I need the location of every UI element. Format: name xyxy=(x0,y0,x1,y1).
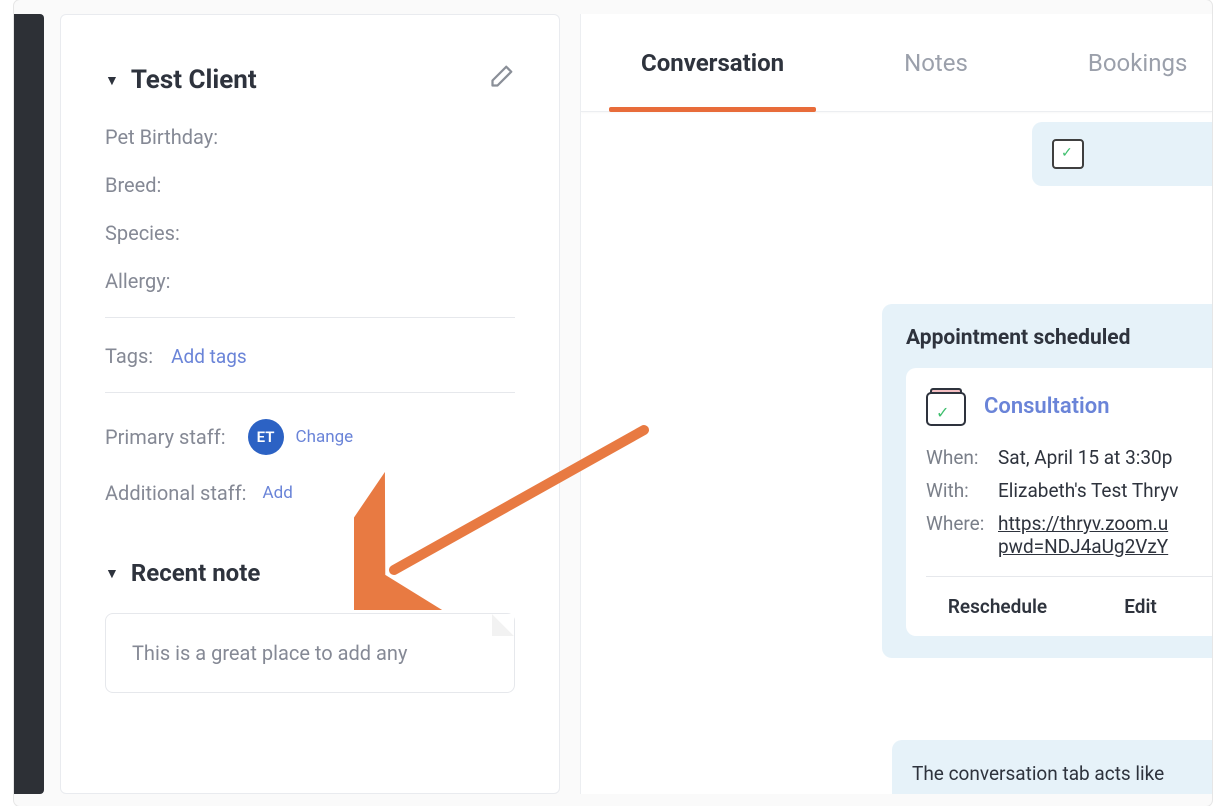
tabs: Conversation Notes Bookings xyxy=(581,14,1212,112)
field-label: Species: xyxy=(105,221,180,245)
field-species: Species: xyxy=(105,221,515,245)
field-breed: Breed: xyxy=(105,173,515,197)
caret-down-icon: ▼ xyxy=(105,72,119,89)
avatar: ET xyxy=(248,419,284,455)
field-label: Pet Birthday: xyxy=(105,125,218,149)
field-allergy: Allergy: xyxy=(105,269,515,293)
primary-staff-row: Primary staff: ET Change xyxy=(105,419,515,455)
recent-note-heading: Recent note xyxy=(131,559,260,587)
tip-message: The conversation tab acts like xyxy=(892,740,1212,794)
tab-bookings[interactable]: Bookings xyxy=(1028,14,1212,111)
zoom-link-line2[interactable]: pwd=NDJ4aUg2VzY xyxy=(998,535,1168,558)
kv-value: Sat, April 15 at 3:30p xyxy=(998,446,1172,469)
divider xyxy=(105,392,515,393)
kv-value: Elizabeth's Test Thryv xyxy=(998,479,1178,502)
conversation-body: Appointment scheduled ✓ Consultation Whe… xyxy=(581,112,1212,794)
message-fragment-top xyxy=(1032,122,1212,186)
additional-staff-label: Additional staff: xyxy=(105,481,247,505)
calendar-check-icon: ✓ xyxy=(926,386,966,426)
edit-client-button[interactable] xyxy=(485,63,515,97)
zoom-link-line1[interactable]: https://thryv.zoom.u xyxy=(998,512,1168,535)
appointment-when: When: Sat, April 15 at 3:30p xyxy=(926,446,1212,469)
tab-notes[interactable]: Notes xyxy=(844,14,1028,111)
field-label: Breed: xyxy=(105,173,161,197)
appointment-with: With: Elizabeth's Test Thryv xyxy=(926,479,1212,502)
appointment-where: Where: https://thryv.zoom.u pwd=NDJ4aUg2… xyxy=(926,512,1212,558)
client-name-toggle[interactable]: ▼ Test Client xyxy=(105,65,257,95)
tab-label: Notes xyxy=(904,49,968,77)
main-panel: Conversation Notes Bookings Appointment … xyxy=(580,14,1212,794)
kv-label: With: xyxy=(926,479,988,502)
recent-note-toggle[interactable]: ▼ Recent note xyxy=(105,559,515,587)
kv-label: When: xyxy=(926,446,988,469)
tab-label: Bookings xyxy=(1088,49,1187,77)
kv-label: Where: xyxy=(926,512,988,535)
caret-down-icon: ▼ xyxy=(105,565,119,582)
tags-row: Tags: Add tags xyxy=(105,344,515,368)
divider xyxy=(105,317,515,318)
app-left-rail xyxy=(14,14,44,794)
field-label: Allergy: xyxy=(105,269,171,293)
edit-appointment-button[interactable]: Edit xyxy=(1069,577,1212,636)
appointment-title: Appointment scheduled xyxy=(906,326,1212,350)
client-sidebar: ▼ Test Client Pet Birthday: Breed: xyxy=(60,14,560,794)
reschedule-button[interactable]: Reschedule xyxy=(926,577,1069,636)
tab-label: Conversation xyxy=(641,49,784,77)
primary-staff-label: Primary staff: xyxy=(105,425,226,449)
calendar-check-icon xyxy=(1052,139,1084,169)
client-name: Test Client xyxy=(131,65,257,95)
change-staff-link[interactable]: Change xyxy=(296,427,354,447)
pencil-icon xyxy=(485,63,515,93)
appointment-card: Appointment scheduled ✓ Consultation Whe… xyxy=(882,304,1212,658)
service-link[interactable]: Consultation xyxy=(984,394,1109,419)
additional-staff-row: Additional staff: Add xyxy=(105,481,515,505)
note-card[interactable]: This is a great place to add any xyxy=(105,613,515,693)
tab-conversation[interactable]: Conversation xyxy=(581,14,844,111)
tip-text: The conversation tab acts like xyxy=(912,762,1164,785)
field-pet-birthday: Pet Birthday: xyxy=(105,125,515,149)
add-tags-link[interactable]: Add tags xyxy=(171,345,247,368)
add-staff-link[interactable]: Add xyxy=(263,483,293,503)
note-body: This is a great place to add any xyxy=(132,641,407,665)
tags-label: Tags: xyxy=(105,344,153,368)
